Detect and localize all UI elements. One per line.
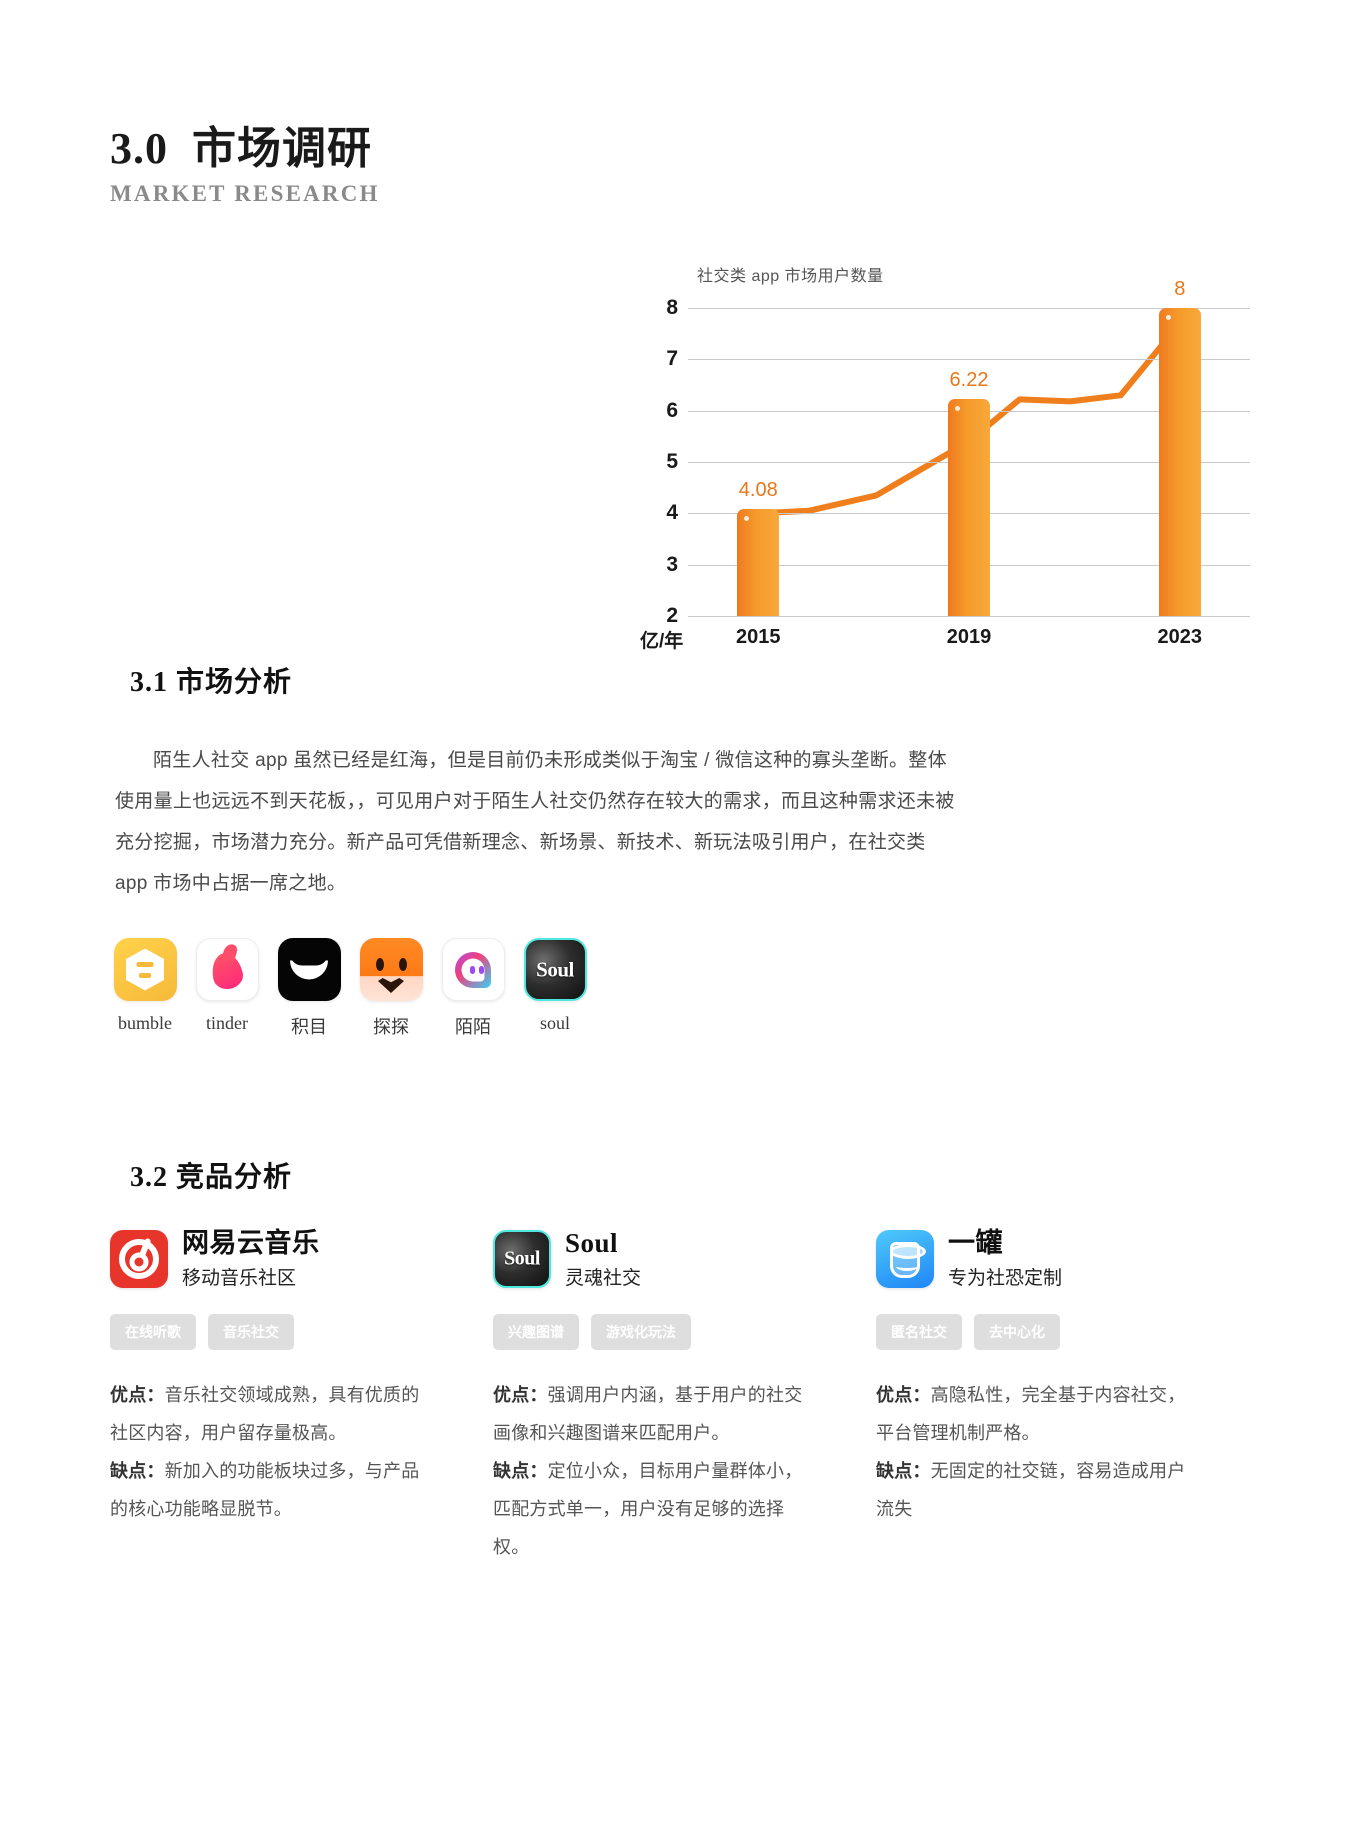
competitor-subtitle: 移动音乐社区 bbox=[182, 1268, 297, 1290]
chart-x-tick: 2019 bbox=[946, 626, 992, 648]
app-label: 探探 bbox=[373, 1017, 409, 1037]
competitor-tags: 匿名社交 去中心化 bbox=[876, 1314, 1259, 1351]
chart-data-labels: 4.08 6.22 8 bbox=[640, 278, 1250, 616]
competitor-cons: 缺点：定位小众，目标用户量群体小，匹配方式单一，用户没有足够的选择权。 bbox=[493, 1452, 803, 1566]
competitor-cons: 缺点：新加入的功能板块过多，与产品的核心功能略显脱节。 bbox=[110, 1452, 420, 1528]
cons-label: 缺点： bbox=[493, 1461, 548, 1482]
tantan-icon bbox=[359, 938, 423, 1001]
app-item-bumble: bumble bbox=[104, 938, 186, 1039]
status-badge: 去中心化 bbox=[974, 1314, 1060, 1351]
market-users-chart: 社交类 app 市场用户数量 8765432 4.08 6.22 8 亿/年 201… bbox=[640, 262, 1250, 662]
market-research-page: 3.0 市场调研 MARKET RESEARCH 社交类 app 市场用户数量 … bbox=[0, 0, 1366, 1822]
app-item-jimu: 积目 bbox=[268, 938, 350, 1039]
chart-data-label: 4.08 bbox=[738, 479, 778, 502]
cons-label: 缺点： bbox=[876, 1461, 931, 1482]
competitor-name: Soul bbox=[565, 1228, 619, 1258]
pros-label: 优点： bbox=[493, 1385, 548, 1406]
yiguan-icon bbox=[876, 1230, 934, 1289]
app-logo-row: bumble tinder 积目 探探 陌陌 Soul soul bbox=[104, 938, 596, 1039]
soul-icon-text: Soul bbox=[504, 1247, 540, 1270]
status-badge: 匿名社交 bbox=[876, 1314, 962, 1351]
app-item-tantan: 探探 bbox=[350, 938, 432, 1039]
app-item-tinder: tinder bbox=[186, 938, 268, 1039]
competitor-header: 一罐 专为社恐定制 bbox=[876, 1228, 1259, 1290]
competitor-cons: 缺点：无固定的社交链，容易造成用户流失 bbox=[876, 1452, 1186, 1528]
competitor-pros: 优点：音乐社交领域成熟，具有优质的社区内容，用户留存量极高。 bbox=[110, 1376, 420, 1452]
page-title: 3.0 市场调研 bbox=[110, 124, 372, 173]
chart-x-tick: 2023 bbox=[1157, 626, 1203, 648]
competitor-name: 一罐 bbox=[948, 1228, 1003, 1258]
soul-icon: Soul bbox=[493, 1230, 551, 1289]
app-label: 积目 bbox=[291, 1017, 327, 1037]
chart-x-unit: 亿/年 bbox=[640, 631, 684, 652]
jimu-icon bbox=[277, 938, 341, 1001]
competitor-subtitle: 专为社恐定制 bbox=[948, 1268, 1063, 1290]
competitor-pros: 优点：强调用户内涵，基于用户的社交画像和兴趣图谱来匹配用户。 bbox=[493, 1376, 803, 1452]
page-subtitle: MARKET RESEARCH bbox=[110, 181, 380, 207]
page-header: 3.0 市场调研 MARKET RESEARCH bbox=[110, 124, 380, 207]
competitor-card-soul: Soul Soul 灵魂社交 兴趣图谱 游戏化玩法 优点：强调用户内涵，基于用户… bbox=[493, 1228, 876, 1566]
app-label: soul bbox=[539, 1013, 570, 1033]
chart-gridline bbox=[688, 616, 1250, 617]
competitor-pros: 优点：高隐私性，完全基于内容社交，平台管理机制严格。 bbox=[876, 1376, 1186, 1452]
competitor-pros-cons: 优点：高隐私性，完全基于内容社交，平台管理机制严格。 缺点：无固定的社交链，容易… bbox=[876, 1376, 1186, 1528]
competitor-pros-cons: 优点：音乐社交领域成熟，具有优质的社区内容，用户留存量极高。 缺点：新加入的功能… bbox=[110, 1376, 420, 1528]
competitor-pros-cons: 优点：强调用户内涵，基于用户的社交画像和兴趣图谱来匹配用户。 缺点：定位小众，目… bbox=[493, 1376, 803, 1566]
tinder-icon bbox=[195, 938, 259, 1001]
app-label: bumble bbox=[118, 1013, 172, 1033]
competitor-header: Soul Soul 灵魂社交 bbox=[493, 1228, 876, 1290]
competitor-card-netease: 网易云音乐 移动音乐社区 在线听歌 音乐社交 优点：音乐社交领域成熟，具有优质的… bbox=[110, 1228, 493, 1566]
app-item-soul: Soul soul bbox=[514, 938, 596, 1039]
netease-music-icon bbox=[110, 1230, 168, 1289]
chart-plot-area: 8765432 4.08 6.22 8 亿/年 2015 2019 2023 bbox=[640, 278, 1250, 652]
chart-x-axis: 亿/年 2015 2019 2023 bbox=[640, 626, 1250, 662]
status-badge: 兴趣图谱 bbox=[493, 1314, 579, 1351]
section-heading-competitor-analysis: 3.2 竞品分析 bbox=[130, 1162, 293, 1193]
chart-data-label: 6.22 bbox=[949, 369, 989, 392]
competitor-subtitle: 灵魂社交 bbox=[565, 1268, 642, 1290]
chart-data-label: 8 bbox=[1174, 278, 1186, 300]
pros-label: 优点： bbox=[110, 1385, 165, 1406]
competitor-tags: 兴趣图谱 游戏化玩法 bbox=[493, 1314, 876, 1351]
app-label: 陌陌 bbox=[455, 1017, 491, 1037]
competitor-tags: 在线听歌 音乐社交 bbox=[110, 1314, 493, 1351]
soul-icon: Soul bbox=[523, 938, 587, 1001]
chart-x-tick: 2015 bbox=[736, 626, 781, 648]
cons-label: 缺点： bbox=[110, 1461, 165, 1482]
market-analysis-paragraph: 陌生人社交 app 虽然已经是红海，但是目前仍未形成类似于淘宝 / 微信这种的寡… bbox=[115, 750, 955, 894]
momo-icon bbox=[441, 938, 505, 1001]
competitor-card-yiguan: 一罐 专为社恐定制 匿名社交 去中心化 优点：高隐私性，完全基于内容社交，平台管… bbox=[876, 1228, 1259, 1566]
chart-title: 社交类 app 市场用户数量 bbox=[697, 268, 884, 285]
pros-label: 优点： bbox=[876, 1385, 931, 1406]
bumble-icon bbox=[113, 938, 177, 1001]
status-badge: 游戏化玩法 bbox=[591, 1314, 691, 1351]
status-badge: 在线听歌 bbox=[110, 1314, 196, 1351]
app-label: tinder bbox=[206, 1013, 248, 1033]
competitor-name: 网易云音乐 bbox=[182, 1228, 320, 1258]
competitor-header: 网易云音乐 移动音乐社区 bbox=[110, 1228, 493, 1290]
competitor-card-row: 网易云音乐 移动音乐社区 在线听歌 音乐社交 优点：音乐社交领域成熟，具有优质的… bbox=[110, 1228, 1260, 1566]
status-badge: 音乐社交 bbox=[208, 1314, 294, 1351]
section-heading-market-analysis: 3.1 市场分析 bbox=[130, 667, 293, 698]
soul-icon-text: Soul bbox=[536, 957, 574, 981]
app-item-momo: 陌陌 bbox=[432, 938, 514, 1039]
